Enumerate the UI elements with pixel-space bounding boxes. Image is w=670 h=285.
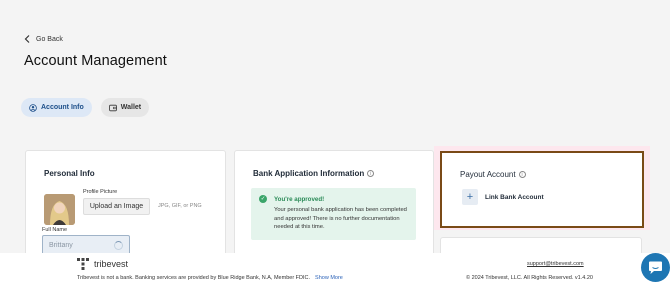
tab-account-info-label: Account Info <box>41 104 84 111</box>
full-name-field[interactable]: Brittany <box>42 235 130 255</box>
copyright: © 2024 Tribevest, LLC. All Rights Reserv… <box>466 275 593 281</box>
chat-button[interactable] <box>641 253 670 282</box>
add-bank-account-button[interactable]: + <box>462 189 478 205</box>
info-icon[interactable]: i <box>518 171 526 178</box>
account-tabs: Account Info Wallet <box>21 98 150 117</box>
support-email-link[interactable]: support@tribevest.com <box>527 261 584 267</box>
plus-icon: + <box>466 191 474 203</box>
tab-account-info[interactable]: Account Info <box>21 98 92 117</box>
tribevest-logo: tribevest <box>77 258 128 270</box>
chat-bubble-icon <box>649 261 662 274</box>
full-name-label: Full Name <box>42 227 68 233</box>
bank-application-title: Bank Application Information <box>253 169 365 178</box>
go-back-label: Go Back <box>36 35 63 43</box>
disclaimer: Tribevest is not a bank. Banking service… <box>77 275 343 281</box>
approved-title: You're approved! <box>274 196 325 203</box>
payout-account-title: Payout Account <box>460 170 516 179</box>
tribevest-logo-mark-icon <box>77 258 89 270</box>
approved-alert: ✓ You're approved! Your personal bank ap… <box>251 188 416 240</box>
disclaimer-text: Tribevest is not a bank. Banking service… <box>77 275 311 281</box>
tab-wallet-label: Wallet <box>120 104 142 111</box>
check-circle-icon: ✓ <box>259 195 267 203</box>
tab-wallet[interactable]: Wallet <box>100 98 150 117</box>
loading-spinner-icon <box>114 240 123 250</box>
personal-info-card: Personal Info Profile Picture Upload an … <box>25 150 226 260</box>
footer: tribevest Tribevest is not a bank. Banki… <box>0 253 670 285</box>
wallet-icon <box>108 104 117 111</box>
personal-info-title: Personal Info <box>44 169 95 178</box>
link-bank-account-label[interactable]: Link Bank Account <box>485 194 544 201</box>
avatar <box>44 194 75 225</box>
bank-application-card: Bank Application Information i ✓ You're … <box>234 150 434 260</box>
upload-image-button[interactable]: Upload an Image <box>83 198 150 215</box>
info-icon[interactable]: i <box>367 170 375 177</box>
profile-picture-label: Profile Picture <box>83 189 118 195</box>
page-title: Account Management <box>24 53 167 69</box>
chevron-left-icon <box>24 35 30 43</box>
payout-account-title-row: Payout Account i <box>460 170 526 179</box>
go-back-link[interactable]: Go Back <box>24 35 63 43</box>
show-more-link[interactable]: Show More <box>315 275 343 281</box>
user-circle-icon <box>29 103 37 112</box>
brand-name: tribevest <box>94 259 129 269</box>
image-formats-hint: JPG, GIF, or PNG <box>158 203 202 209</box>
full-name-value: Brittany <box>49 241 73 249</box>
payout-account-card: Payout Account i + Link Bank Account <box>440 151 644 228</box>
bank-application-title-row: Bank Application Information i <box>253 169 375 178</box>
approved-message: Your personal bank application has been … <box>274 207 407 231</box>
